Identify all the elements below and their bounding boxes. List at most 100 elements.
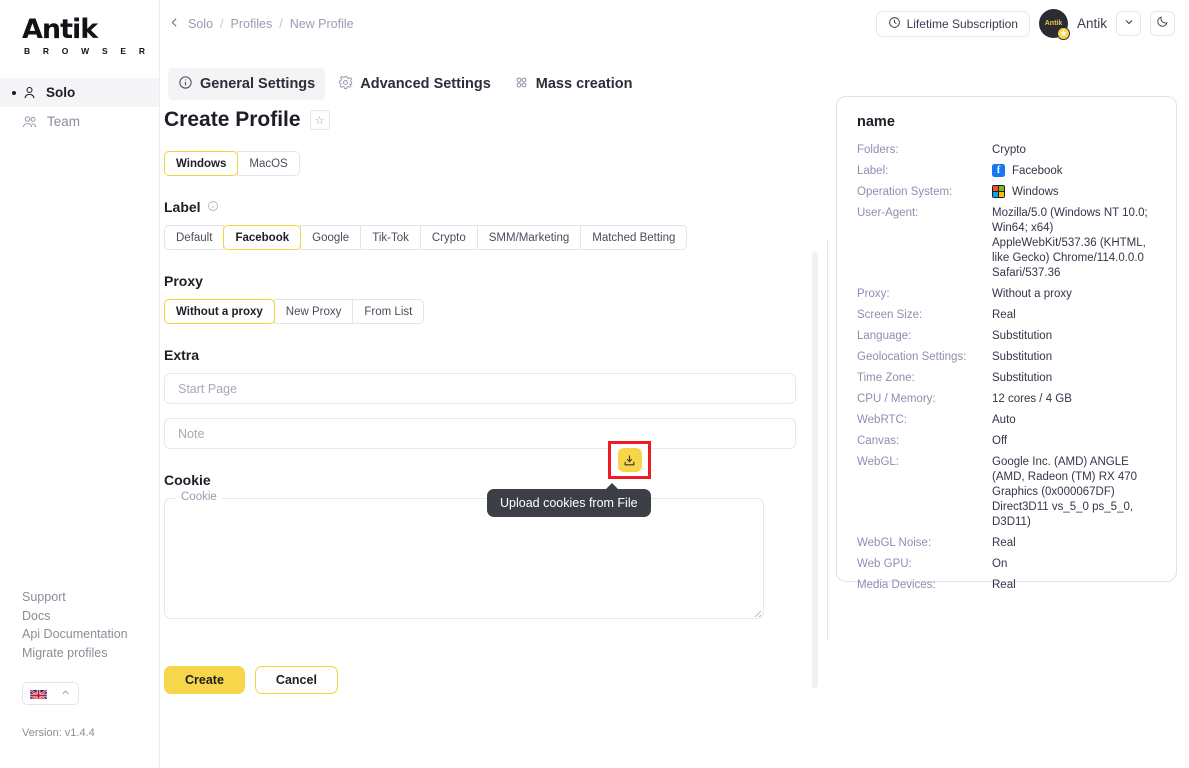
cookie-textarea[interactable] bbox=[164, 498, 764, 619]
support-link[interactable]: Support bbox=[22, 588, 128, 607]
panel-row-key: CPU / Memory: bbox=[857, 393, 936, 405]
language-selector[interactable] bbox=[22, 682, 79, 705]
upload-cookies-tooltip: Upload cookies from File bbox=[487, 483, 651, 517]
proxy-option-from-list[interactable]: From List bbox=[352, 299, 425, 324]
proxy-heading-text: Proxy bbox=[164, 273, 203, 289]
label-option-facebook[interactable]: Facebook bbox=[223, 225, 302, 250]
extra-heading-text: Extra bbox=[164, 347, 200, 363]
active-dot-icon bbox=[12, 91, 16, 95]
panel-row: Screen Size: Real bbox=[857, 308, 1156, 323]
panel-row-value: Windows bbox=[992, 185, 1059, 200]
cookie-section-heading: Cookie bbox=[164, 472, 810, 488]
panel-rows: Folders: Crypto Label: f Facebook Operation S… bbox=[857, 143, 1156, 593]
panel-row: CPU / Memory: 12 cores / 4 GB bbox=[857, 392, 1156, 407]
panel-row-key: Proxy: bbox=[857, 288, 890, 300]
label-option-smm-marketing[interactable]: SMM/Marketing bbox=[476, 225, 582, 250]
sidebar-item-label: Solo bbox=[46, 85, 76, 100]
panel-row-value: Real bbox=[992, 309, 1016, 321]
panel-row: User-Agent: Mozilla/5.0 (Windows NT 10.0;… bbox=[857, 206, 1156, 281]
subscription-label: Lifetime Subscription bbox=[906, 16, 1018, 31]
start-page-input[interactable]: Start Page bbox=[164, 373, 796, 404]
moon-icon bbox=[1156, 15, 1169, 33]
panel-row-value: Off bbox=[992, 435, 1008, 447]
upload-cookies-button[interactable] bbox=[617, 448, 642, 472]
panel-row-value: Substitution bbox=[992, 330, 1053, 342]
sidebar: Antik B R O W S E R Solo Team Support Do… bbox=[0, 0, 160, 768]
tab-advanced-settings[interactable]: Advanced Settings bbox=[328, 68, 501, 100]
panel-row-value: Mozilla/5.0 (Windows NT 10.0; Win64; x64… bbox=[992, 207, 1148, 279]
page-title: Create Profile ☆ bbox=[160, 108, 810, 132]
proxy-option-without-a-proxy[interactable]: Without a proxy bbox=[164, 299, 275, 324]
panel-row: Web GPU: On bbox=[857, 557, 1156, 572]
avatar[interactable]: Antik ★ bbox=[1038, 9, 1070, 40]
panel-row-key: Web GPU: bbox=[857, 558, 912, 570]
clock-icon bbox=[888, 16, 901, 32]
label-option-tik-tok[interactable]: Tik-Tok bbox=[360, 225, 421, 250]
docs-link[interactable]: Docs bbox=[22, 607, 128, 626]
proxy-option-new-proxy[interactable]: New Proxy bbox=[273, 299, 354, 324]
app-logo: Antik B R O W S E R bbox=[0, 0, 159, 56]
os-option-macos[interactable]: MacOS bbox=[237, 151, 300, 176]
breadcrumb-item-solo[interactable]: Solo bbox=[188, 17, 213, 31]
migrate-profiles-link[interactable]: Migrate profiles bbox=[22, 644, 128, 663]
info-circle-icon bbox=[178, 75, 193, 94]
logo-wordmark: Antik bbox=[22, 14, 98, 45]
label-option-crypto[interactable]: Crypto bbox=[419, 225, 478, 250]
profile-summary-panel: name Folders: Crypto Label: f Facebook Operat… bbox=[836, 96, 1177, 591]
panel-row-value: 12 cores / 4 GB bbox=[992, 393, 1072, 405]
cancel-button[interactable]: Cancel bbox=[254, 666, 338, 694]
label-option-default[interactable]: Default bbox=[164, 225, 225, 250]
breadcrumb-separator: / bbox=[279, 17, 283, 31]
theme-toggle-button[interactable] bbox=[1150, 11, 1175, 36]
panel-row-value: Without a proxy bbox=[992, 288, 1072, 300]
tab-mass-creation[interactable]: Mass creation bbox=[504, 68, 643, 100]
create-profile-form: Create Profile ☆ Windows MacOS Label Defa… bbox=[160, 108, 810, 694]
panel-row-value: f Facebook bbox=[992, 164, 1063, 179]
top-bar-actions: Lifetime Subscription Antik ★ Antik bbox=[875, 9, 1175, 40]
favorite-star-button[interactable]: ☆ bbox=[309, 110, 330, 130]
panel-row-key: Media Devices: bbox=[857, 579, 936, 591]
subscription-button[interactable]: Lifetime Subscription bbox=[875, 10, 1030, 37]
gear-icon bbox=[338, 75, 353, 94]
user-icon bbox=[22, 85, 37, 100]
os-option-windows[interactable]: Windows bbox=[164, 151, 239, 176]
tab-general-settings[interactable]: General Settings bbox=[168, 68, 326, 100]
panel-row: WebRTC: Auto bbox=[857, 413, 1156, 428]
label-option-matched-betting[interactable]: Matched Betting bbox=[580, 225, 688, 250]
form-scrollbar[interactable] bbox=[812, 252, 818, 688]
form-actions: Create Cancel bbox=[164, 666, 810, 694]
api-documentation-link[interactable]: Api Documentation bbox=[22, 625, 128, 644]
sidebar-item-solo[interactable]: Solo bbox=[0, 78, 159, 107]
back-icon[interactable] bbox=[168, 16, 181, 32]
tab-label: Mass creation bbox=[535, 75, 633, 92]
star-badge-icon: ★ bbox=[1056, 27, 1070, 40]
cookie-textarea-wrapper: Cookie bbox=[164, 491, 764, 619]
panel-row: Media Devices: Real bbox=[857, 578, 1156, 593]
top-bar: Solo / Profiles / New Profile Lifetime S… bbox=[160, 0, 1189, 47]
panel-divider bbox=[827, 240, 828, 640]
panel-row: Language: Substitution bbox=[857, 329, 1156, 344]
settings-tabs: General Settings Advanced Settings Mass … bbox=[160, 66, 820, 102]
account-menu-button[interactable] bbox=[1116, 11, 1141, 36]
breadcrumb-item-profiles[interactable]: Profiles bbox=[231, 17, 273, 31]
panel-row: Geolocation Settings: Substitution bbox=[857, 350, 1156, 365]
panel-row: Proxy: Without a proxy bbox=[857, 287, 1156, 302]
cookie-heading-text: Cookie bbox=[164, 472, 211, 488]
windows-icon bbox=[992, 185, 1005, 198]
logo-subtitle: B R O W S E R bbox=[24, 46, 151, 56]
sidebar-item-team[interactable]: Team bbox=[0, 107, 159, 136]
extra-section-heading: Extra bbox=[164, 347, 810, 363]
note-input[interactable]: Note bbox=[164, 418, 796, 449]
label-option-google[interactable]: Google bbox=[300, 225, 362, 250]
panel-row-value: Substitution bbox=[992, 351, 1053, 363]
proxy-selector: Without a proxy New Proxy From List bbox=[164, 299, 425, 324]
resize-handle[interactable] bbox=[752, 607, 762, 617]
panel-row-key: User-Agent: bbox=[857, 207, 919, 219]
panel-row-key: Label: bbox=[857, 165, 889, 177]
panel-row-key: Language: bbox=[857, 330, 912, 342]
breadcrumb-item-new-profile[interactable]: New Profile bbox=[290, 17, 354, 31]
create-button[interactable]: Create bbox=[164, 666, 245, 694]
tab-label: Advanced Settings bbox=[360, 75, 491, 92]
label-heading-text: Label bbox=[164, 199, 201, 215]
panel-row: Folders: Crypto bbox=[857, 143, 1156, 158]
